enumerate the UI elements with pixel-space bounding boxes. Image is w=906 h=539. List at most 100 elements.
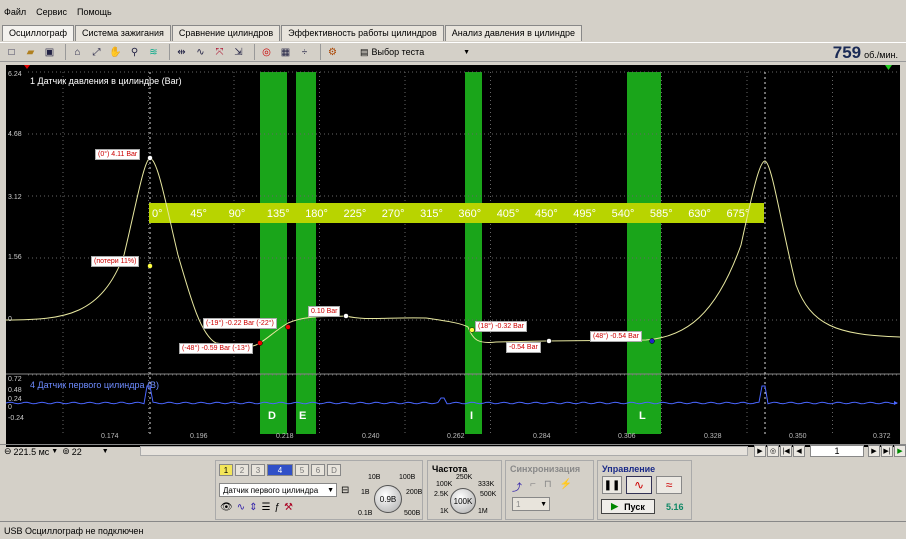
menu-help[interactable]: Помощь: [77, 7, 112, 17]
marker-loss[interactable]: (потери 11%): [91, 256, 140, 267]
oscilloscope-view[interactable]: 0° 45° 90° 135° 180° 225° 270° 315° 360° 405° 450°…: [6, 65, 900, 447]
record-icon[interactable]: ◎: [259, 45, 274, 59]
sync-channel-select[interactable]: 1 ▼: [512, 497, 550, 511]
main-tabs: Осциллограф Система зажигания Сравнение …: [2, 25, 583, 41]
sync-title: Синхронизация: [510, 464, 581, 474]
toolbar: □ ▰ ▣ ⌂ ⤢ ✋ ⚲ ≋ ⇹ ∿ ⤧ ⇲ ◎ ▦ ÷ ⚙ ▤ Выбор …: [0, 42, 906, 62]
split-icon[interactable]: ÷: [297, 45, 312, 59]
channel-button-2[interactable]: 2: [235, 464, 249, 476]
expand-icon[interactable]: ⤧: [212, 45, 227, 59]
pause-icon[interactable]: ❚❚: [602, 476, 622, 494]
auto-sync-icon[interactable]: ⚡: [560, 479, 572, 494]
last-page-icon[interactable]: ▶|: [881, 444, 893, 457]
compress-icon[interactable]: ⇲: [231, 45, 246, 59]
sensor-settings-icon[interactable]: ⊟: [341, 485, 349, 496]
wave-icon[interactable]: ∿: [237, 502, 245, 513]
zoom-icon[interactable]: ⚲: [127, 45, 142, 59]
time-scrollbar[interactable]: [140, 446, 748, 456]
freq-label: 1M: [478, 508, 488, 515]
settings-icon[interactable]: ⚙: [325, 45, 340, 59]
test-select[interactable]: ▤ Выбор теста ▼: [360, 47, 470, 58]
y-label: -0.24: [8, 415, 24, 422]
scale-icon[interactable]: ⇹: [174, 45, 189, 59]
tab-cylinder-compare[interactable]: Сравнение цилиндров: [171, 25, 281, 41]
eye-icon[interactable]: 👁: [220, 502, 233, 513]
play-icon[interactable]: ▶: [894, 444, 906, 457]
function-icon[interactable]: ƒ: [274, 502, 280, 513]
range-label: 1В: [361, 489, 370, 496]
tab-cylinder-efficiency[interactable]: Эффективность работы цилиндров: [281, 25, 444, 41]
marker-m5[interactable]: -0.54 Bar: [506, 342, 541, 353]
new-icon[interactable]: □: [4, 45, 19, 59]
trace-marker-dot: [546, 338, 552, 344]
tab-ignition[interactable]: Система зажигания: [75, 25, 171, 41]
run-button[interactable]: ▶ Пуск: [601, 499, 655, 514]
tab-pressure-analysis[interactable]: Анализ давления в цилиндре: [444, 25, 583, 41]
marker-m2[interactable]: (-48°) -0.59 Bar (-13°): [179, 343, 253, 354]
timebase-control[interactable]: ⊖ 221.5 мс ▼: [4, 446, 58, 457]
menu-service[interactable]: Сервис: [36, 7, 67, 17]
channel-button-1[interactable]: 1: [219, 464, 233, 476]
marker-m1[interactable]: (-19°) -0.22 Bar (-22°): [203, 318, 277, 329]
sine-wave-icon[interactable]: ∿: [626, 476, 652, 494]
sensor-select-value: Датчик первого цилиндра: [223, 485, 319, 495]
hand-icon[interactable]: ✋: [108, 45, 123, 59]
arrow-right-icon[interactable]: ▶: [754, 444, 766, 457]
prev-page-icon[interactable]: ◀: [793, 444, 805, 457]
x-label: 0.372: [873, 433, 891, 440]
marker-peak[interactable]: (0°) 4.11 Bar: [95, 149, 141, 160]
updown-icon[interactable]: ⇕: [249, 502, 257, 513]
mode-buttons: ❚❚ ∿ ≈: [602, 476, 683, 494]
rpm-display: 759 об./мин.: [833, 43, 898, 63]
sync-modes: ⤴ ⌐ ⊓ ⚡: [512, 479, 572, 494]
pulse-icon[interactable]: ⊓: [544, 479, 552, 494]
degree-label: 630°: [688, 208, 711, 220]
channel-buttons: 1 2 3 4 5 6 D: [219, 464, 422, 476]
divisions-value: 22: [71, 446, 82, 457]
rising-edge-icon[interactable]: ⤴: [512, 479, 522, 494]
page-number[interactable]: 1: [810, 444, 864, 457]
first-page-icon[interactable]: |◀: [780, 444, 792, 457]
y-label: 0.48: [8, 387, 22, 394]
frequency-knob[interactable]: 100K: [450, 488, 476, 514]
cursor-icon[interactable]: ⌂: [70, 45, 85, 59]
range-label: 100В: [399, 474, 416, 481]
tab-oscilloscope[interactable]: Осциллограф: [2, 25, 74, 41]
frequency-title: Частота: [432, 464, 468, 474]
stack-icon[interactable]: ≋: [146, 45, 161, 59]
channel-button-3[interactable]: 3: [251, 464, 265, 476]
falling-edge-icon[interactable]: ⌐: [530, 479, 536, 494]
target-icon[interactable]: ◎: [767, 444, 779, 457]
freq-label: 500K: [480, 491, 497, 498]
zoom-fit-icon[interactable]: ⤢: [89, 45, 104, 59]
band-label-l: L: [639, 410, 646, 422]
channel-marker-icon: [894, 401, 898, 405]
channel-button-4[interactable]: 4: [267, 464, 293, 476]
x-label: 0.240: [362, 433, 380, 440]
save-icon[interactable]: ▣: [42, 45, 57, 59]
channel-button-d[interactable]: D: [327, 464, 341, 476]
sensor-select[interactable]: Датчик первого цилиндра ▼: [219, 483, 337, 497]
freq-label: 333K: [478, 481, 495, 488]
multi-wave-icon[interactable]: ≈: [656, 476, 682, 494]
filter-icon[interactable]: ⚒: [284, 502, 293, 513]
marker-m6[interactable]: (48°) -0.54 Bar: [590, 331, 642, 342]
control-value: 5.16: [666, 502, 684, 512]
marker-m3[interactable]: 0.10 Bar: [308, 306, 341, 317]
chevron-down-icon: ▼: [463, 48, 470, 56]
range-knob[interactable]: 0.9В: [374, 485, 402, 513]
degree-label: 45°: [190, 208, 207, 220]
degree-label: 360°: [458, 208, 481, 220]
channel-button-5[interactable]: 5: [295, 464, 309, 476]
lines-icon[interactable]: ☰: [261, 502, 270, 513]
menu-file[interactable]: Файл: [4, 7, 26, 17]
open-icon[interactable]: ▰: [23, 45, 38, 59]
table-icon[interactable]: ▦: [278, 45, 293, 59]
timing-band-d: [260, 72, 287, 434]
divisions-control[interactable]: ⊚ 22 ▼: [62, 446, 108, 457]
wave-icon[interactable]: ∿: [193, 45, 208, 59]
next-page-icon[interactable]: ▶: [868, 444, 880, 457]
marker-m4[interactable]: (18°) -0.32 Bar: [475, 321, 527, 332]
channel-button-6[interactable]: 6: [311, 464, 325, 476]
x-label: 0.328: [704, 433, 722, 440]
